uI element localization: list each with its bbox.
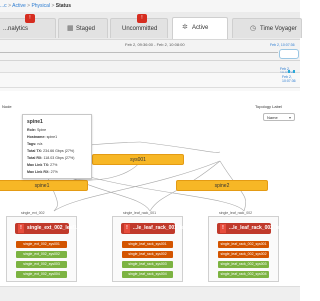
server-node[interactable]: single_leaf_rack_002_sys004 [218, 271, 269, 278]
server-node[interactable]: single_leaf_rack_002_sys001 [218, 241, 269, 248]
tooltip-row: Max Link RX: 27% [27, 170, 58, 174]
breadcrumb-sep: > [27, 3, 31, 9]
timeline-panel: Feb 2, 09:36:00 - Feb 2, 10:08:00 Feb 2,… [0, 40, 300, 75]
tab-staged-label: Staged [76, 26, 96, 32]
server-node[interactable]: single_leaf_rack_sys002 [122, 251, 173, 258]
alert-icon: ! [220, 224, 226, 233]
alert-icon: ! [18, 224, 24, 233]
leaf-node-label: single_ext_002_leaf1 [27, 225, 77, 231]
server-node[interactable]: single_ext_002_sys002 [16, 251, 67, 258]
rack-label: single_leaf_rack_001 [123, 211, 157, 215]
tab-time-voyager-label: Time Voyager [260, 26, 297, 32]
tooltip-value: 27% [50, 170, 58, 174]
server-node[interactable]: single_ext_002_sys001 [16, 241, 67, 248]
node-tooltip: spine1 Role: Spine Hostname: spine1 Tags… [22, 114, 92, 179]
tooltip-key: Role: [27, 128, 36, 132]
server-node[interactable]: single_leaf_rack_002_sys003 [218, 261, 269, 268]
timeline-track[interactable] [0, 52, 278, 53]
sub-timeline-time: Feb 2, 10:07:36 [282, 75, 296, 83]
tooltip-value: 118.03 Gbps (27%) [43, 156, 75, 160]
breadcrumb-prefix[interactable]: ...c [0, 3, 7, 9]
tooltip-row: Total RX: 118.03 Gbps (27%) [27, 156, 74, 160]
tooltip-value: 27% [50, 163, 58, 167]
tooltip-key: Max Link RX: [27, 170, 50, 174]
tooltip-key: Total TX: [27, 149, 43, 153]
active-icon: ✲ [182, 24, 188, 31]
tab-bar: ! ...nalytics ▦ Staged ! Uncommitted ✲ A… [0, 12, 302, 40]
sub-timeline: Feb 2, 10:07:36 [0, 73, 300, 91]
tooltip-value: Spine [36, 128, 47, 132]
spine-node-sys001[interactable]: sys001 [92, 154, 184, 165]
timeline-range: Feb 2, 09:36:00 - Feb 2, 10:08:00 [125, 42, 185, 47]
breadcrumb-active[interactable]: Active [12, 3, 26, 9]
breadcrumb-physical[interactable]: Physical [31, 3, 50, 9]
tooltip-value: 234.66 Gbps (27%) [43, 149, 75, 153]
tooltip-row: Max Link TX: 27% [27, 163, 57, 167]
leaf-node[interactable]: ! single_ext_002_leaf1 [15, 223, 77, 234]
rack-group: single_leaf_rack_002 ! ...le_leaf_rack_0… [208, 211, 287, 282]
tab-time-voyager[interactable]: ◷ Time Voyager [232, 18, 302, 38]
tooltip-value: spine1 [46, 135, 58, 139]
tooltip-key: Max Link TX: [27, 163, 50, 167]
rack-label: single_leaf_rack_002 [219, 211, 253, 215]
tab-active[interactable]: ✲ Active [172, 17, 228, 39]
tab-uncommitted[interactable]: ! Uncommitted [110, 14, 168, 38]
tooltip-key: Hostname: [27, 135, 46, 139]
rack-group: single_ext_002 ! single_ext_002_leaf1 si… [6, 211, 77, 282]
bottom-bar [0, 286, 300, 301]
breadcrumb-status: Status [55, 3, 72, 9]
tab-analytics-label: ...nalytics [3, 26, 29, 32]
timeline-divider [0, 60, 300, 61]
server-node[interactable]: single_ext_002_sys003 [16, 261, 67, 268]
server-node[interactable]: single_ext_002_sys004 [16, 271, 67, 278]
leaf-node-label: ...le_leaf_rack_001_leaf1 [133, 225, 192, 231]
server-node[interactable]: single_leaf_rack_sys001 [122, 241, 173, 248]
staged-icon: ▦ [67, 25, 74, 32]
tooltip-key: Total RX: [27, 156, 43, 160]
tooltip-key: Tags: [27, 142, 37, 146]
leaf-node[interactable]: ! ...le_leaf_rack_002_leaf1 [217, 223, 287, 234]
tooltip-row: Tags: n/a [27, 142, 42, 146]
alert-icon: ! [124, 224, 130, 233]
clock-icon: ◷ [250, 25, 257, 32]
leaf-node[interactable]: ! ...le_leaf_rack_001_leaf1 [121, 223, 191, 234]
tab-active-label: Active [192, 25, 209, 31]
timeline-handle[interactable] [279, 49, 299, 59]
tooltip-row: Role: Spine [27, 128, 46, 132]
server-node[interactable]: single_leaf_rack_002_sys002 [218, 251, 269, 258]
breadcrumb-sep: > [8, 3, 11, 9]
server-node[interactable]: single_leaf_rack_sys004 [122, 271, 173, 278]
server-node[interactable]: single_leaf_rack_sys003 [122, 261, 173, 268]
spine-node-spine2[interactable]: spine2 [176, 180, 268, 191]
rack-label: single_ext_002 [21, 211, 45, 215]
tooltip-row: Total TX: 234.66 Gbps (27%) [27, 149, 74, 153]
leaf-node-label: ...le_leaf_rack_002_leaf1 [229, 225, 288, 231]
breadcrumb: ...c > Active > Physical > Status [0, 0, 300, 12]
tab-uncommitted-label: Uncommitted [122, 26, 158, 32]
tab-analytics[interactable]: ! ...nalytics [0, 14, 56, 38]
rack-group: single_leaf_rack_001 ! ...le_leaf_rack_0… [112, 211, 191, 282]
timeline-end-time: Feb 2, 10:07:36 [270, 43, 295, 47]
sub-timeline-line [0, 87, 300, 88]
tooltip-title: spine1 [27, 119, 43, 125]
tooltip-row: Hostname: spine1 [27, 135, 57, 139]
tab-staged[interactable]: ▦ Staged [58, 18, 108, 38]
tooltip-value: n/a [37, 142, 43, 146]
breadcrumb-sep: > [51, 3, 55, 9]
spine-node-spine1[interactable]: spine1 [0, 180, 88, 191]
